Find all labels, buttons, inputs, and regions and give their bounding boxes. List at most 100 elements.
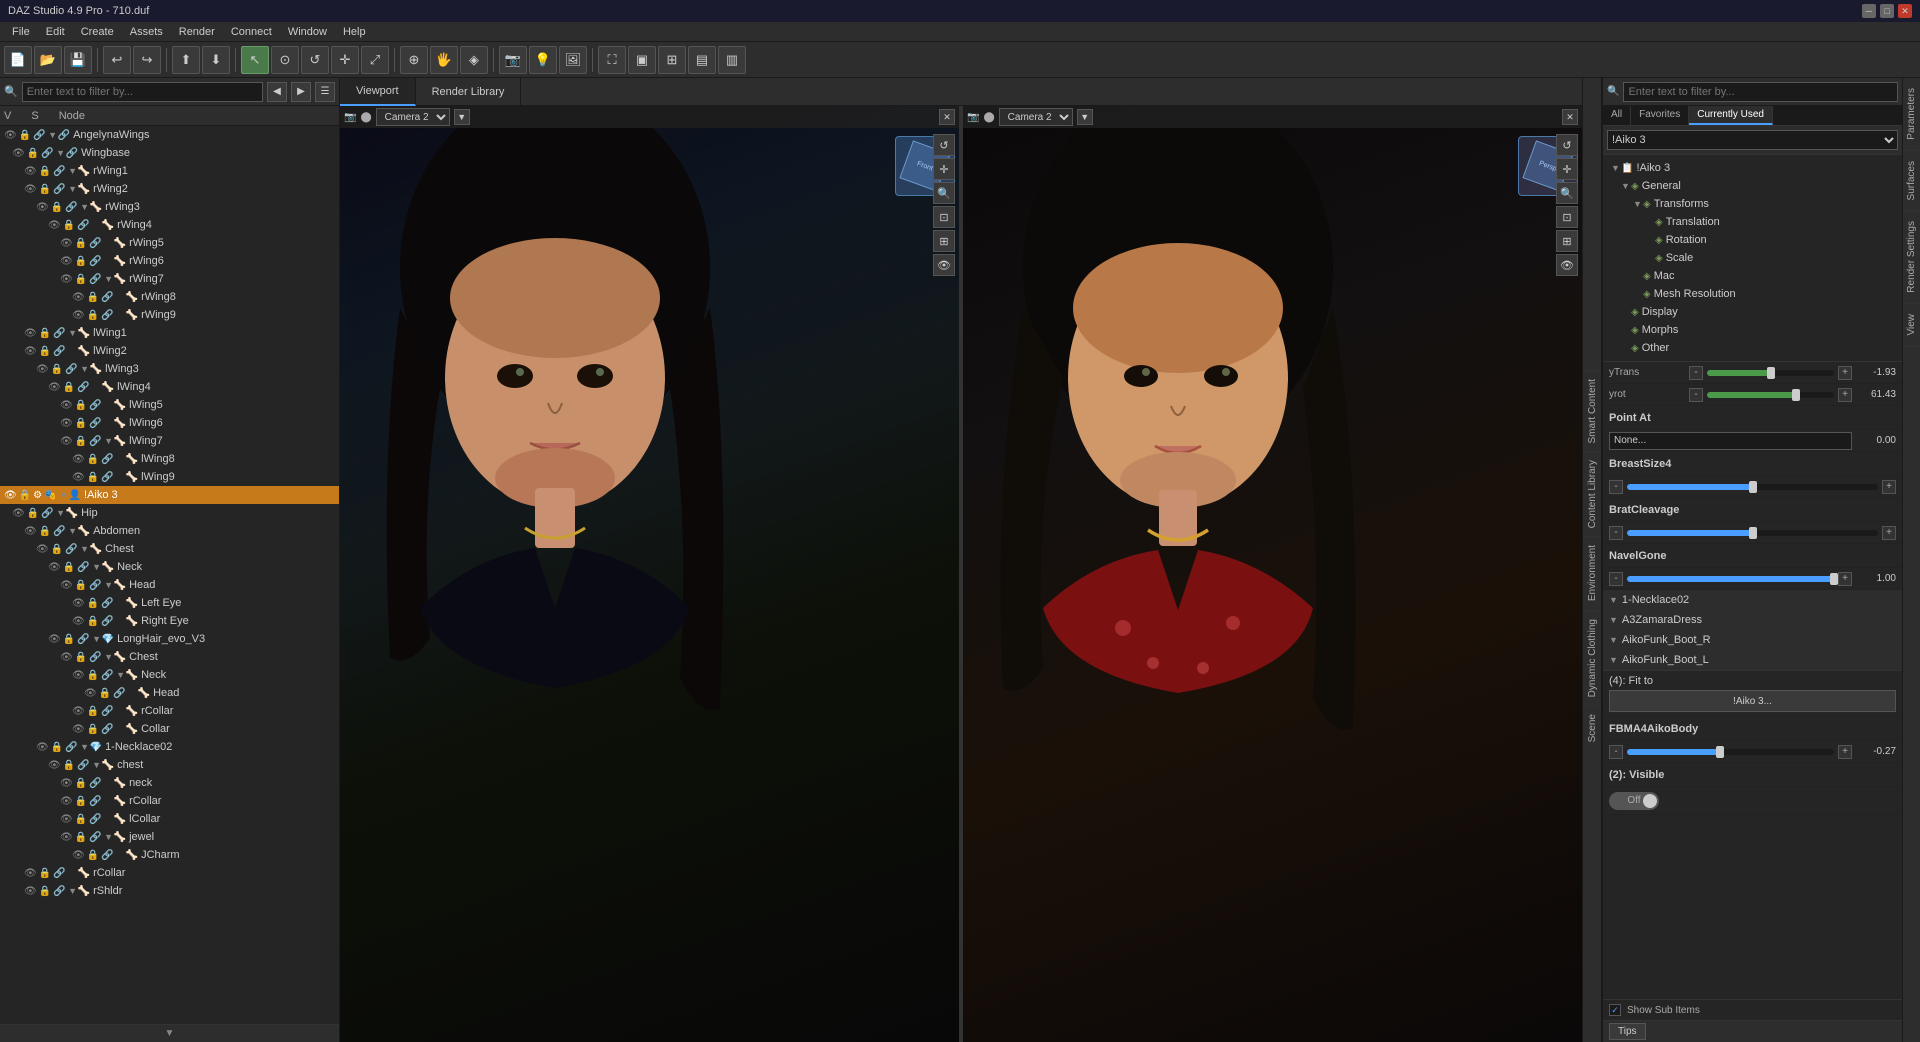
tab-environment[interactable]: Environment	[1583, 536, 1601, 609]
rtab-view[interactable]: View	[1903, 304, 1920, 347]
create-camera[interactable]: 📷	[499, 46, 527, 74]
import-button[interactable]: ⬆	[172, 46, 200, 74]
vp-menu-left[interactable]: ▼	[454, 109, 470, 125]
bratcleavage-minus[interactable]: -	[1609, 526, 1623, 540]
params-tab-favorites[interactable]: Favorites	[1631, 106, 1689, 125]
tree-item-angelyna[interactable]: 👁 🔒 🔗 ▼ 🔗 AngelynaWings	[0, 126, 339, 144]
vp-zoom-right[interactable]: 🔍	[1556, 182, 1578, 204]
search-next-button[interactable]: ▶	[291, 82, 311, 102]
tree-item-chest-n[interactable]: 👁🔒🔗 ▼🦴 chest	[0, 756, 339, 774]
tree-item-rwing4[interactable]: 👁🔒🔗 🦴 rWing4	[0, 216, 339, 234]
params-node-scale[interactable]: ◈ Scale	[1609, 249, 1896, 267]
tree-item-rwing5[interactable]: 👁🔒🔗 🦴 rWing5	[0, 234, 339, 252]
vp-pan-button[interactable]: ✛	[933, 158, 955, 180]
fit-to-button[interactable]: !Aiko 3...	[1609, 690, 1896, 712]
vp-close-right[interactable]: ✕	[1562, 109, 1578, 125]
tab-content-library[interactable]: Content Library	[1583, 451, 1601, 536]
navelgone-minus[interactable]: -	[1609, 572, 1623, 586]
geometry-editor[interactable]: ◈	[460, 46, 488, 74]
params-node-display[interactable]: ◈ Display	[1609, 303, 1896, 321]
open-button[interactable]: 📂	[34, 46, 62, 74]
four-view[interactable]: ⊞	[658, 46, 686, 74]
params-node-rotation[interactable]: ◈ Rotation	[1609, 231, 1896, 249]
scene-menu-button[interactable]: ☰	[315, 82, 335, 102]
create-light[interactable]: 💡	[529, 46, 557, 74]
vp-menu-right[interactable]: ▼	[1077, 109, 1093, 125]
tree-item-rwing3[interactable]: 👁🔒🔗 ▼🦴 rWing3	[0, 198, 339, 216]
tree-item-lcollar2[interactable]: 👁🔒🔗 🦴 lCollar	[0, 810, 339, 828]
tree-item-lwing7[interactable]: 👁🔒🔗 ▼🦴 lWing7	[0, 432, 339, 450]
menu-create[interactable]: Create	[73, 22, 122, 42]
tree-item-lwing4[interactable]: 👁🔒🔗 🦴 lWing4	[0, 378, 339, 396]
rtab-parameters[interactable]: Parameters	[1903, 78, 1920, 151]
render-preview[interactable]: 🖼	[559, 46, 587, 74]
navelgone-plus[interactable]: +	[1838, 572, 1852, 586]
tree-item-jewel[interactable]: 👁🔒🔗 ▼🦴 jewel	[0, 828, 339, 846]
vp-perspective-right[interactable]: 👁	[1556, 254, 1578, 276]
related-zamara-header[interactable]: ▼ A3ZamaraDress	[1603, 610, 1902, 630]
params-search-input[interactable]	[1623, 82, 1898, 102]
navelgone-handle[interactable]	[1830, 573, 1838, 585]
tab-scene[interactable]: Scene	[1583, 705, 1601, 750]
bratcleavage-track[interactable]	[1627, 530, 1878, 536]
menu-assets[interactable]: Assets	[122, 22, 171, 42]
scale-tool[interactable]: ⤢	[361, 46, 389, 74]
vp-perspective-button[interactable]: 👁	[933, 254, 955, 276]
scene-search-input[interactable]	[22, 82, 263, 102]
tree-item-iaiko3[interactable]: 👁🔒⚙🎭 ▼👤 !Aiko 3	[0, 486, 339, 504]
rotate-tool[interactable]: ↺	[301, 46, 329, 74]
vp-zoom-button[interactable]: 🔍	[933, 182, 955, 204]
minimize-button[interactable]: ─	[1862, 4, 1876, 18]
related-boot-l-header[interactable]: ▼ AikoFunk_Boot_L	[1603, 650, 1902, 670]
params-node-morphs[interactable]: ◈ Morphs	[1609, 321, 1896, 339]
point-at-dropdown[interactable]: None...	[1609, 432, 1852, 450]
two-view-h[interactable]: ▤	[688, 46, 716, 74]
universal-tool[interactable]: ⊕	[400, 46, 428, 74]
tab-dynamic-clothing[interactable]: Dynamic Clothing	[1583, 610, 1601, 705]
tree-item-rwing8[interactable]: 👁🔒🔗 🦴 rWing8	[0, 288, 339, 306]
tree-item-lwing8[interactable]: 👁🔒🔗 🦴 lWing8	[0, 450, 339, 468]
tips-button[interactable]: Tips	[1609, 1023, 1646, 1040]
vp-frame-right[interactable]: ⊡	[1556, 206, 1578, 228]
node-select[interactable]: ⊙	[271, 46, 299, 74]
fbma-handle[interactable]	[1716, 746, 1724, 758]
ytrans-plus[interactable]: +	[1838, 366, 1852, 380]
char-select-dropdown[interactable]: !Aiko 3	[1607, 130, 1898, 150]
visible-toggle[interactable]: Off	[1609, 792, 1659, 810]
expand-view[interactable]: ⛶	[598, 46, 626, 74]
breastsize4-track[interactable]	[1627, 484, 1878, 490]
tree-item-lwing6[interactable]: 👁🔒🔗 🦴 lWing6	[0, 414, 339, 432]
tree-item-longhair[interactable]: 👁🔒🔗 ▼💎 LongHair_evo_V3	[0, 630, 339, 648]
tree-item-righteye[interactable]: 👁🔒🔗 🦴 Right Eye	[0, 612, 339, 630]
params-node-translation[interactable]: ◈ Translation	[1609, 213, 1896, 231]
tab-viewport[interactable]: Viewport	[340, 78, 416, 106]
tree-item-hip[interactable]: 👁🔒🔗 ▼🦴 Hip	[0, 504, 339, 522]
tree-item-lwing2[interactable]: 👁🔒🔗 🦴 lWing2	[0, 342, 339, 360]
ytrans-track[interactable]	[1707, 370, 1834, 376]
tree-item-lwing9[interactable]: 👁🔒🔗 🦴 lWing9	[0, 468, 339, 486]
navelgone-track[interactable]	[1627, 576, 1834, 582]
tree-item-rcollar3[interactable]: 👁🔒🔗 🦴 rCollar	[0, 864, 339, 882]
rtab-render-settings[interactable]: Render Settings	[1903, 211, 1920, 304]
tab-smart-content[interactable]: Smart Content	[1583, 370, 1601, 451]
ytrans-handle[interactable]	[1767, 367, 1775, 379]
tree-item-necklace[interactable]: 👁🔒🔗 ▼💎 1-Necklace02	[0, 738, 339, 756]
tree-item-jcharm[interactable]: 👁🔒🔗 🦴 JCharm	[0, 846, 339, 864]
new-button[interactable]: 📄	[4, 46, 32, 74]
params-tab-all[interactable]: All	[1603, 106, 1631, 125]
menu-edit[interactable]: Edit	[38, 22, 73, 42]
translate-tool[interactable]: ✛	[331, 46, 359, 74]
tree-item-rcollar2[interactable]: 👁🔒🔗 🦴 rCollar	[0, 792, 339, 810]
camera-select-left[interactable]: Camera 2	[376, 108, 450, 126]
body-handle[interactable]: 🖐	[430, 46, 458, 74]
tree-item-rcollar[interactable]: 👁🔒🔗 🦴 rCollar	[0, 702, 339, 720]
vp-orbit-button[interactable]: ↺	[933, 134, 955, 156]
tree-item-lwing5[interactable]: 👁🔒🔗 🦴 lWing5	[0, 396, 339, 414]
related-section-header[interactable]: ▼ 1-Necklace02	[1603, 590, 1902, 610]
vp-frame-button[interactable]: ⊡	[933, 206, 955, 228]
tree-item-lwing3[interactable]: 👁🔒🔗 ▼🦴 lWing3	[0, 360, 339, 378]
redo-button[interactable]: ↪	[133, 46, 161, 74]
params-node-general[interactable]: ▼ ◈ General	[1609, 177, 1896, 195]
tree-item-collar[interactable]: 👁🔒🔗 🦴 Collar	[0, 720, 339, 738]
tree-item-rwing7[interactable]: 👁🔒🔗 ▼🦴 rWing7	[0, 270, 339, 288]
